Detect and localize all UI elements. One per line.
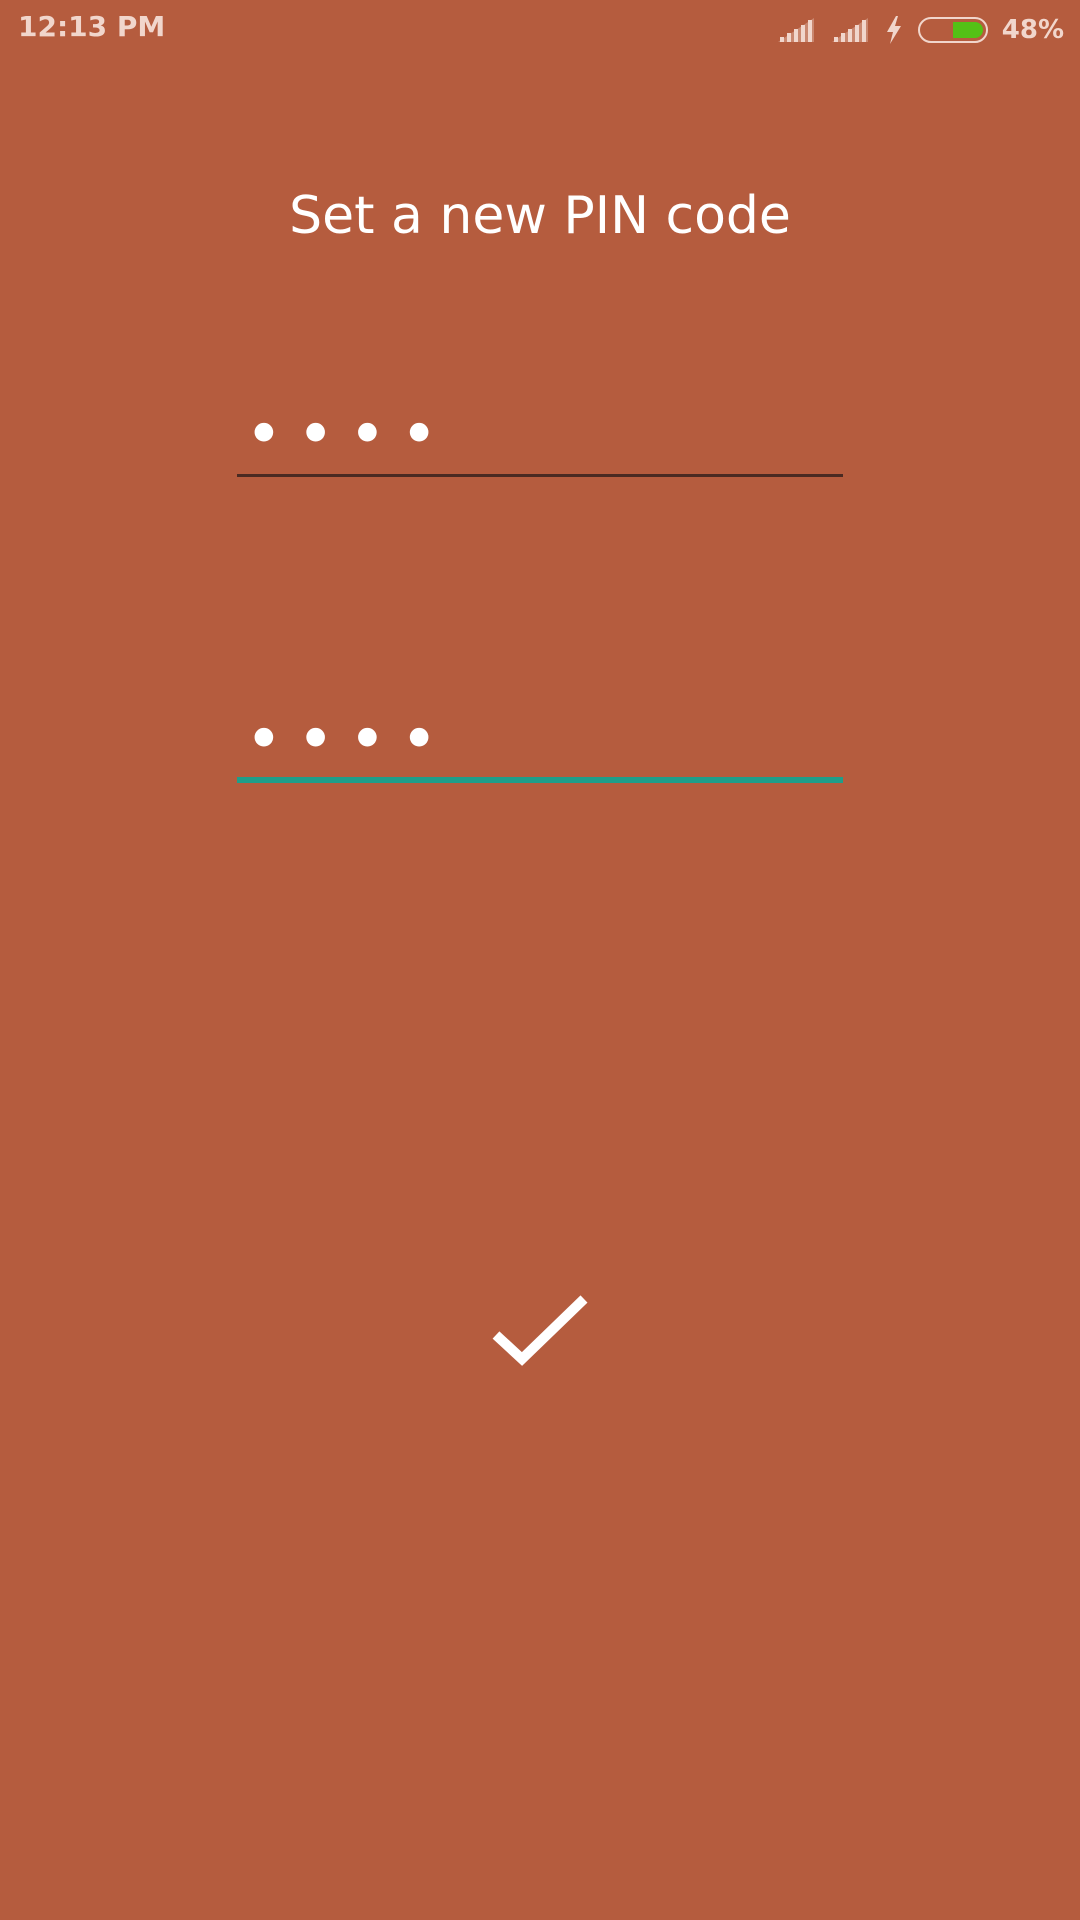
check-icon [492, 1295, 588, 1366]
confirm-pin-underline-focused [237, 777, 843, 783]
new-pin-value: •••• [245, 398, 452, 472]
charging-bolt-icon [886, 16, 901, 44]
confirm-pin-input[interactable]: •••• [237, 703, 843, 785]
status-icons: 48% [776, 12, 1064, 48]
battery-icon [917, 17, 988, 43]
new-pin-underline [237, 474, 843, 477]
new-pin-input[interactable]: •••• [237, 398, 843, 480]
page-title: Set a new PIN code [289, 186, 791, 246]
confirm-pin-value: •••• [245, 703, 452, 777]
status-time: 12:13 PM [18, 10, 166, 43]
battery-percent: 48% [1001, 15, 1064, 45]
battery-level-fill [952, 22, 983, 38]
confirm-button[interactable] [475, 1280, 605, 1390]
signal-icon [777, 18, 814, 42]
signal-icon [831, 18, 868, 42]
status-bar: 12:13 PM 48% [0, 0, 1080, 64]
